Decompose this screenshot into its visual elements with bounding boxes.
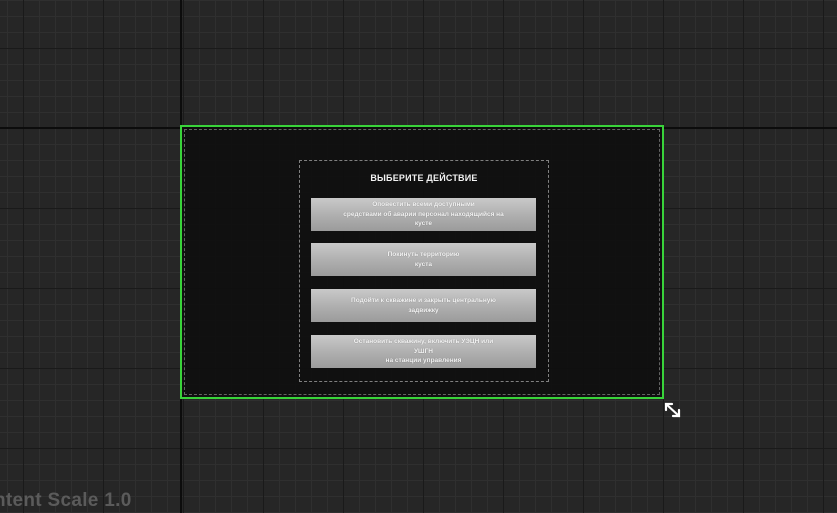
close-valve-button-label: Подойти к скважине и закрыть центральную…	[351, 297, 496, 314]
leave-territory-button[interactable]: Покинуть территорию куста	[311, 243, 536, 276]
stop-well-button[interactable]: Остановить скважину, включить УЭЦН или У…	[311, 335, 536, 368]
dialog-title: ВЫБЕРИТЕ ДЕЙСТВИЕ	[370, 173, 478, 183]
selected-widget-frame[interactable]: ВЫБЕРИТЕ ДЕЙСТВИЕ Оповестить всеми досту…	[180, 125, 664, 399]
action-dialog: ВЫБЕРИТЕ ДЕЙСТВИЕ Оповестить всеми досту…	[299, 160, 549, 382]
diagonal-resize-arrows-icon[interactable]	[662, 400, 684, 422]
leave-territory-button-label: Покинуть территорию куста	[387, 251, 460, 268]
designer-canvas[interactable]: ВЫБЕРИТЕ ДЕЙСТВИЕ Оповестить всеми досту…	[0, 0, 837, 513]
close-valve-button[interactable]: Подойти к скважине и закрыть центральную…	[311, 289, 536, 322]
stop-well-button-label: Остановить скважину, включить УЭЦН или У…	[353, 338, 494, 365]
alert-personnel-button-label: Оповестить всеми доступными средствами о…	[343, 201, 504, 228]
alert-personnel-button[interactable]: Оповестить всеми доступными средствами о…	[311, 198, 536, 231]
content-scale-label: ntent Scale 1.0	[0, 490, 132, 511]
